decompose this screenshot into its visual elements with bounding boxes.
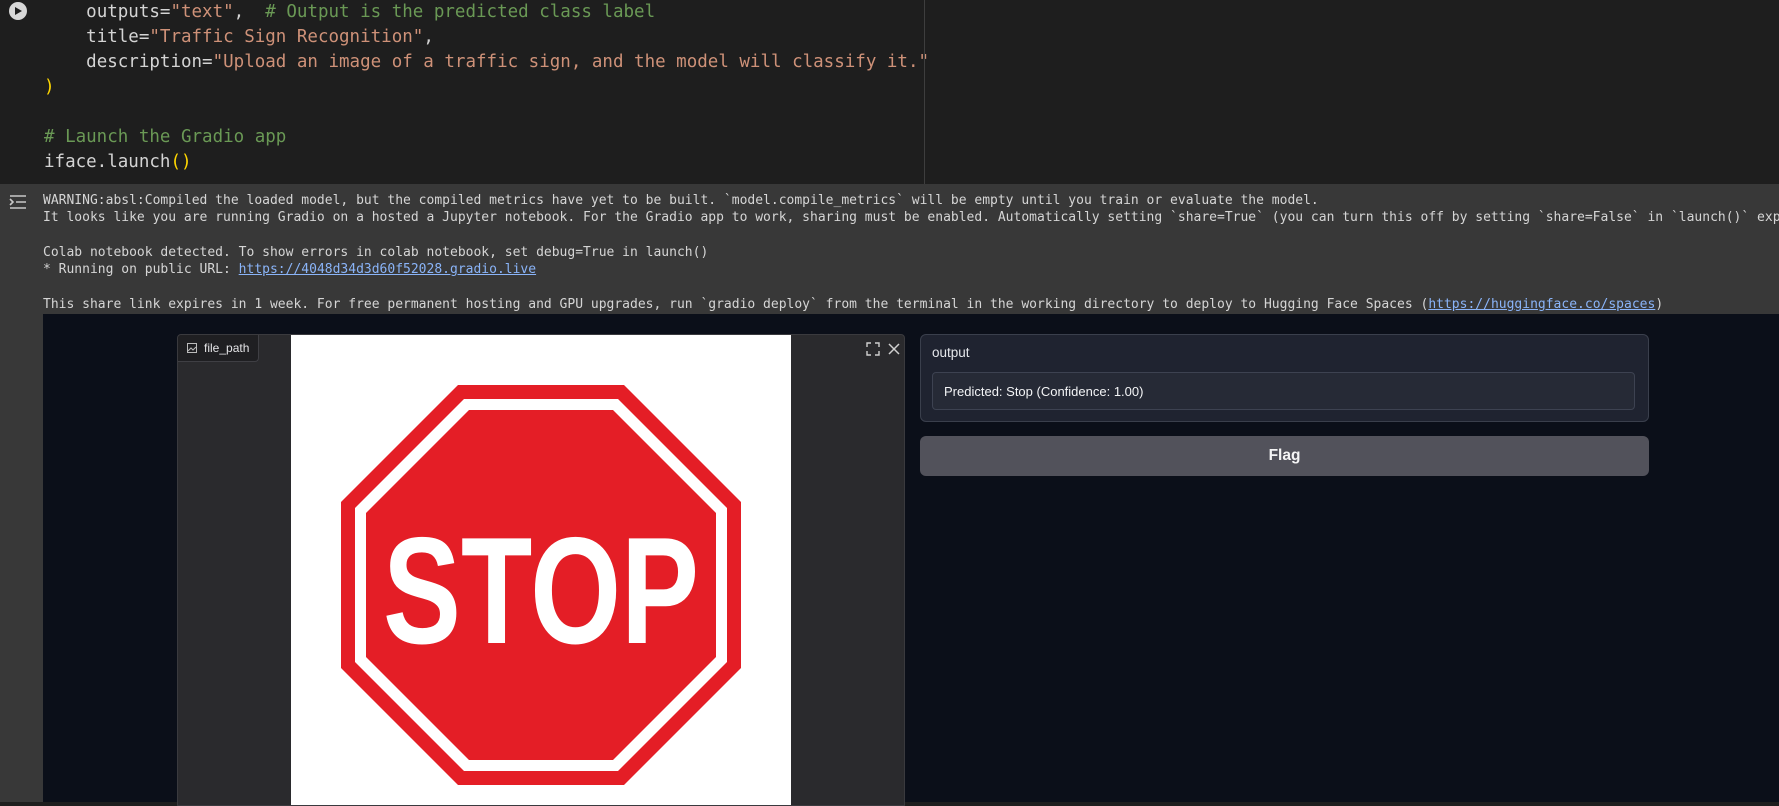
log-text: Colab notebook detected. To show errors …: [43, 244, 709, 260]
image-input-panel[interactable]: file_path STOP: [177, 334, 905, 806]
code-editor[interactable]: outputs="text", # Output is the predicte…: [44, 0, 929, 175]
log-link[interactable]: https://huggingface.co/spaces: [1428, 297, 1655, 312]
code-token: title=: [86, 27, 150, 47]
log-text: ): [1655, 296, 1664, 312]
output-panel: output Predicted: Stop (Confidence: 1.00…: [920, 334, 1649, 422]
stop-sign-text: STOP: [383, 506, 699, 676]
log-line: Colab notebook detected. To show errors …: [43, 244, 1779, 261]
input-label: file_path: [178, 335, 260, 362]
code-line: outputs="text", # Output is the predicte…: [44, 0, 929, 25]
log-line: This share link expires in 1 week. For f…: [43, 296, 1779, 313]
editor-ruler: [924, 0, 925, 184]
play-icon: [15, 7, 22, 15]
log-text: WARNING:absl:Compiled the loaded model, …: [43, 193, 1319, 208]
code-token: "Upload an image of a traffic sign, and …: [212, 52, 930, 72]
code-token: # Launch the Gradio app: [44, 127, 287, 147]
gradio-app: file_path STOP output Predicted: Stop (C…: [43, 314, 1779, 806]
code-token: description=: [86, 52, 213, 72]
close-icon: [888, 343, 900, 355]
code-token: (): [170, 152, 192, 172]
log-text: It looks like you are running Gradio on …: [43, 210, 1779, 226]
output-log: WARNING:absl:Compiled the loaded model, …: [43, 192, 1779, 313]
code-token: ): [44, 77, 55, 97]
fullscreen-icon: [866, 342, 880, 356]
code-line: title="Traffic Sign Recognition",: [44, 25, 929, 50]
code-line: iface.launch(): [44, 150, 929, 175]
log-line: It looks like you are running Gradio on …: [43, 209, 1779, 226]
code-line: description="Upload an image of a traffi…: [44, 50, 929, 75]
input-label-text: file_path: [204, 341, 250, 355]
log-line: WARNING:absl:Compiled the loaded model, …: [43, 192, 1779, 209]
code-token: "text": [170, 2, 234, 22]
stop-sign-image: STOP: [341, 385, 741, 785]
log-line: * Running on public URL: https://4048d34…: [43, 261, 1779, 278]
code-cell: outputs="text", # Output is the predicte…: [0, 0, 1779, 184]
code-line: # Launch the Gradio app: [44, 125, 929, 150]
code-token: outputs=: [86, 2, 171, 22]
output-toggle-button[interactable]: [8, 192, 30, 212]
log-text: This share link expires in 1 week. For f…: [43, 296, 1429, 312]
code-token: iface.launch: [44, 152, 171, 172]
run-cell-button[interactable]: [9, 2, 27, 20]
cell-output: WARNING:absl:Compiled the loaded model, …: [0, 184, 1779, 806]
output-textbox[interactable]: Predicted: Stop (Confidence: 1.00): [932, 372, 1635, 410]
code-token: "Traffic Sign Recognition": [149, 27, 424, 47]
code-line: ): [44, 75, 929, 100]
clear-image-button[interactable]: [885, 340, 903, 358]
code-token: ,: [423, 27, 434, 47]
fullscreen-button[interactable]: [864, 340, 882, 358]
code-token: # Output is the predicted class label: [265, 2, 656, 22]
log-text: * Running on public URL:: [43, 262, 239, 278]
log-link[interactable]: https://4048d34d3d60f52028.gradio.live: [239, 262, 536, 277]
image-icon: [187, 343, 197, 353]
uploaded-image: STOP: [291, 335, 791, 805]
output-toggle-icon: [9, 195, 26, 209]
flag-button[interactable]: Flag: [920, 436, 1649, 476]
output-label: output: [932, 345, 970, 360]
code-token: ,: [233, 2, 266, 22]
